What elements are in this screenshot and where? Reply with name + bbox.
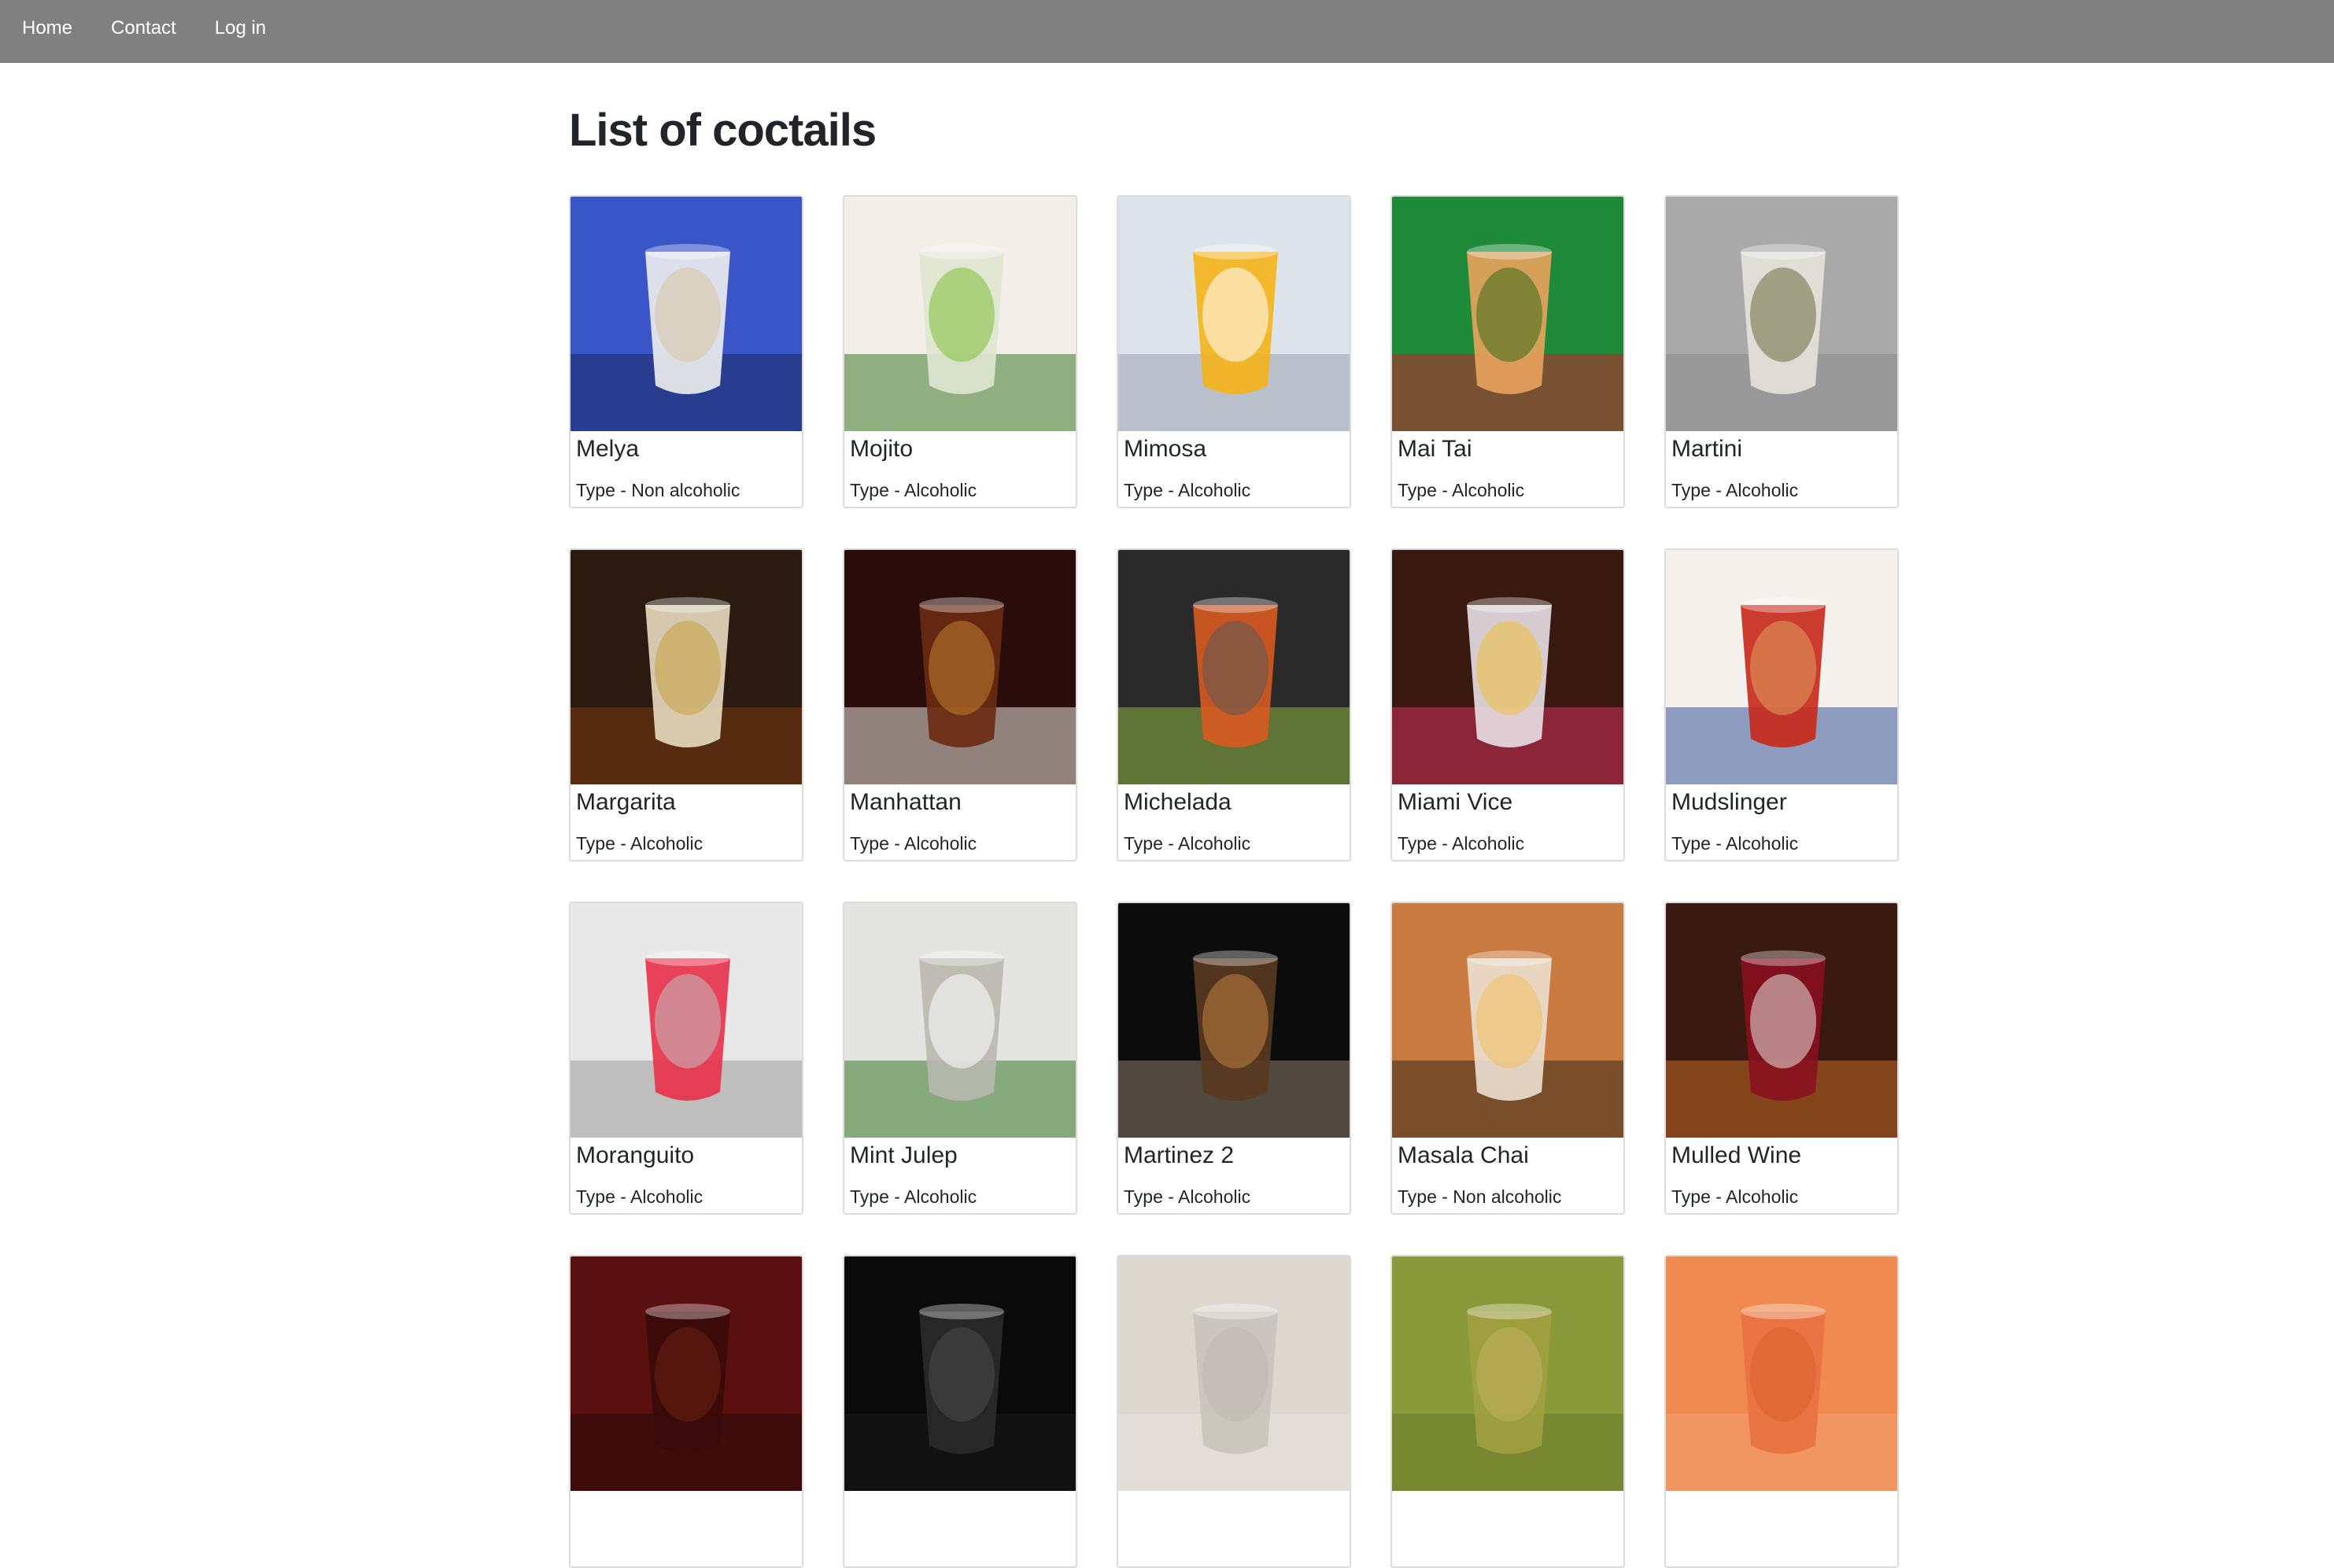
cocktail-photo[interactable] — [1118, 550, 1350, 784]
cocktail-type: Type - Alcoholic — [576, 1186, 704, 1207]
cocktail-type: Type - Alcoholic — [1398, 833, 1525, 854]
cocktail-name[interactable]: Mint Julep — [850, 1142, 958, 1169]
cocktail-photo[interactable] — [1392, 1256, 1623, 1491]
cocktail-photo[interactable] — [844, 1256, 1076, 1491]
cocktail-type: Type - Alcoholic — [1124, 1186, 1251, 1207]
cocktail-type: Type - Alcoholic — [1124, 480, 1251, 500]
cocktail-photo[interactable] — [1392, 197, 1623, 431]
cocktail-card[interactable]: Miami Vice Type - Alcoholic — [1390, 548, 1625, 861]
cocktail-type: Type - Alcoholic — [850, 480, 977, 500]
moranguito-glass-photo — [571, 903, 802, 1138]
cocktail-name[interactable]: Miami Vice — [1398, 789, 1512, 816]
cocktail-photo[interactable] — [1118, 903, 1350, 1138]
cocktail-name[interactable]: Manhattan — [850, 789, 962, 816]
cocktail-name[interactable]: Mai Tai — [1398, 436, 1472, 463]
mojito-glass-photo — [844, 197, 1076, 431]
cocktail-photo[interactable] — [1666, 197, 1897, 431]
champagne-flutes-photo — [1118, 197, 1350, 431]
cocktail-name[interactable]: Mojito — [850, 436, 913, 463]
page-title: List of coctails — [569, 105, 877, 156]
nav-contact-link[interactable]: Contact — [111, 19, 176, 38]
cocktail-photo[interactable] — [1666, 903, 1897, 1138]
cocktail-type: Type - Alcoholic — [1671, 1186, 1799, 1207]
martini-glass-photo — [1666, 197, 1897, 431]
chai-mug-photo — [1392, 903, 1623, 1138]
cocktail-name[interactable]: Melya — [576, 436, 639, 463]
margarita-glass-photo — [571, 550, 802, 784]
cocktail-card[interactable]: Mai Tai Type - Alcoholic — [1390, 195, 1625, 508]
julep-cups-photo — [844, 903, 1076, 1138]
cocktail-photo[interactable] — [1392, 550, 1623, 784]
cocktail-photo[interactable] — [571, 197, 802, 431]
coffee-cup-photo — [571, 197, 802, 431]
cocktail-name[interactable]: Michelada — [1124, 789, 1232, 816]
cocktail-name[interactable]: Mulled Wine — [1671, 1142, 1801, 1169]
cocktail-type: Type - Non alcoholic — [576, 480, 740, 500]
cocktail-card[interactable]: Mint Julep Type - Alcoholic — [843, 902, 1077, 1215]
cocktail-card[interactable]: Margarita Type - Alcoholic — [569, 548, 803, 861]
cocktail-card[interactable]: Martinez 2 Type - Alcoholic — [1117, 902, 1351, 1215]
cocktail-card[interactable]: Mulled Wine Type - Alcoholic — [1664, 902, 1899, 1215]
cocktail-type: Type - Alcoholic — [850, 1186, 977, 1207]
cocktail-card[interactable] — [1117, 1255, 1351, 1568]
cocktail-photo[interactable] — [571, 903, 802, 1138]
cocktail-photo[interactable] — [1666, 550, 1897, 784]
cocktail-photo[interactable] — [1118, 197, 1350, 431]
cocktail-name[interactable]: Masala Chai — [1398, 1142, 1529, 1169]
cocktail-card[interactable]: Mojito Type - Alcoholic — [843, 195, 1077, 508]
martinez-glass-photo — [1118, 903, 1350, 1138]
partial-photo — [1392, 1256, 1623, 1491]
cocktail-photo[interactable] — [571, 550, 802, 784]
cocktail-name[interactable]: Moranguito — [576, 1142, 694, 1169]
cocktail-card[interactable]: Moranguito Type - Alcoholic — [569, 902, 803, 1215]
cocktail-card[interactable] — [1390, 1255, 1625, 1568]
cocktail-photo[interactable] — [1118, 1256, 1350, 1491]
cocktail-card[interactable]: Manhattan Type - Alcoholic — [843, 548, 1077, 861]
cocktail-card[interactable]: Mimosa Type - Alcoholic — [1117, 195, 1351, 508]
michelada-glass-photo — [1118, 550, 1350, 784]
cocktail-photo[interactable] — [571, 1256, 802, 1491]
cocktail-type: Type - Alcoholic — [850, 833, 977, 854]
cocktail-name[interactable]: Martinez 2 — [1124, 1142, 1234, 1169]
cocktail-photo[interactable] — [1666, 1256, 1897, 1491]
cocktail-type: Type - Alcoholic — [1124, 833, 1251, 854]
cocktail-name[interactable]: Mudslinger — [1671, 789, 1787, 816]
manhattan-glass-photo — [844, 550, 1076, 784]
nav-home-link[interactable]: Home — [22, 19, 72, 38]
cocktail-type: Type - Alcoholic — [576, 833, 704, 854]
mai-tai-glass-photo — [1392, 197, 1623, 431]
top-navbar: Home Contact Log in — [0, 0, 2334, 63]
cocktail-type: Type - Alcoholic — [1398, 480, 1525, 500]
partial-photo — [1118, 1256, 1350, 1491]
cocktail-card[interactable]: Melya Type - Non alcoholic — [569, 195, 803, 508]
cocktail-card[interactable] — [843, 1255, 1077, 1568]
cocktail-card[interactable]: Mudslinger Type - Alcoholic — [1664, 548, 1899, 861]
mason-jars-photo — [1666, 550, 1897, 784]
cocktail-photo[interactable] — [844, 903, 1076, 1138]
partial-photo — [844, 1256, 1076, 1491]
mulled-wine-photo — [1666, 903, 1897, 1138]
cocktail-card[interactable]: Masala Chai Type - Non alcoholic — [1390, 902, 1625, 1215]
cocktail-card[interactable] — [1664, 1255, 1899, 1568]
cocktail-card[interactable]: Martini Type - Alcoholic — [1664, 195, 1899, 508]
partial-photo — [571, 1256, 802, 1491]
cocktail-photo[interactable] — [844, 197, 1076, 431]
cocktail-type: Type - Non alcoholic — [1398, 1186, 1562, 1207]
cocktail-photo[interactable] — [1392, 903, 1623, 1138]
partial-photo — [1666, 1256, 1897, 1491]
cocktail-card[interactable] — [569, 1255, 803, 1568]
cocktail-type: Type - Alcoholic — [1671, 480, 1799, 500]
cocktail-name[interactable]: Margarita — [576, 789, 676, 816]
miami-vice-glass-photo — [1392, 550, 1623, 784]
cocktail-photo[interactable] — [844, 550, 1076, 784]
cocktail-card[interactable]: Michelada Type - Alcoholic — [1117, 548, 1351, 861]
cocktail-name[interactable]: Mimosa — [1124, 436, 1206, 463]
cocktail-type: Type - Alcoholic — [1671, 833, 1799, 854]
nav-login-link[interactable]: Log in — [215, 19, 266, 38]
cocktail-name[interactable]: Martini — [1671, 436, 1742, 463]
